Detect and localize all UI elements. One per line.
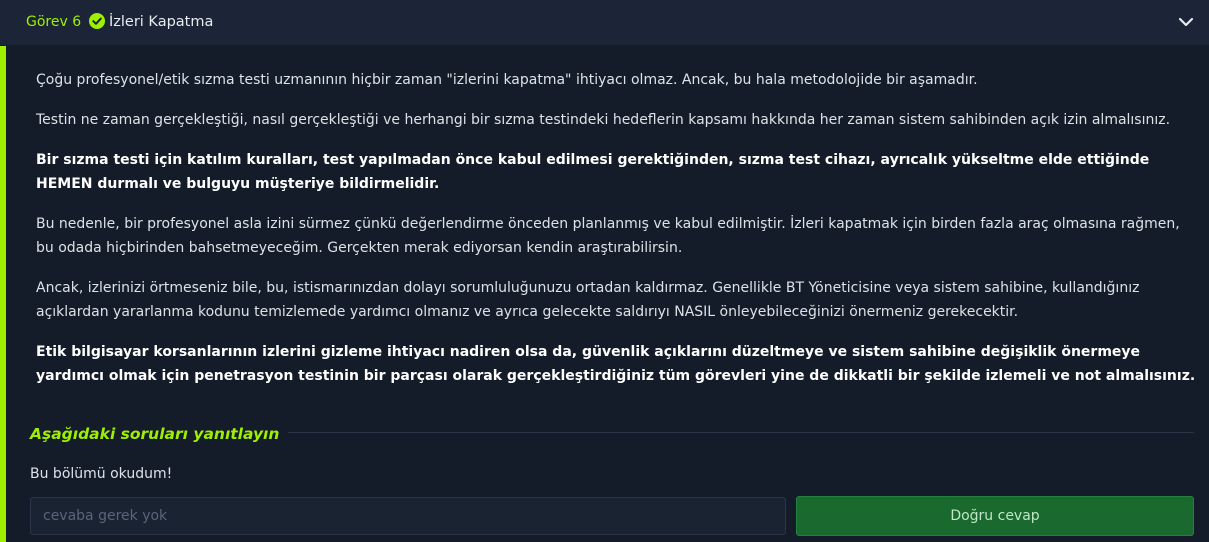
check-circle-icon bbox=[89, 13, 105, 29]
chevron-down-icon[interactable] bbox=[1177, 13, 1195, 31]
paragraph-2: Testin ne zaman gerçekleştiği, nasıl ger… bbox=[36, 112, 1171, 128]
task-header[interactable]: Görev 6 İzleri Kapatma bbox=[0, 0, 1209, 46]
task-number: Görev 6 bbox=[26, 14, 82, 30]
task-title: İzleri Kapatma bbox=[109, 14, 214, 30]
paragraph-3: Bir sızma testi için katılım kuralları, … bbox=[36, 152, 1150, 192]
paragraph-1: Çoğu profesyonel/etik sızma testi uzmanı… bbox=[36, 72, 978, 88]
answer-input[interactable] bbox=[30, 497, 786, 535]
submit-answer-button[interactable]: Doğru cevap bbox=[796, 496, 1194, 536]
task-body: Çoğu profesyonel/etik sızma testi uzmanı… bbox=[0, 46, 1209, 542]
questions-divider bbox=[288, 432, 1194, 433]
question-text: Bu bölümü okudum! bbox=[30, 466, 173, 482]
questions-heading: Aşağıdaki soruları yanıtlayın bbox=[30, 425, 280, 443]
paragraph-4: Bu nedenle, bir profesyonel asla izini s… bbox=[36, 216, 1180, 256]
paragraph-6: Etik bilgisayar korsanlarının izlerini g… bbox=[36, 344, 1196, 384]
paragraph-5: Ancak, izlerinizi örtmeseniz bile, bu, i… bbox=[36, 280, 1140, 320]
